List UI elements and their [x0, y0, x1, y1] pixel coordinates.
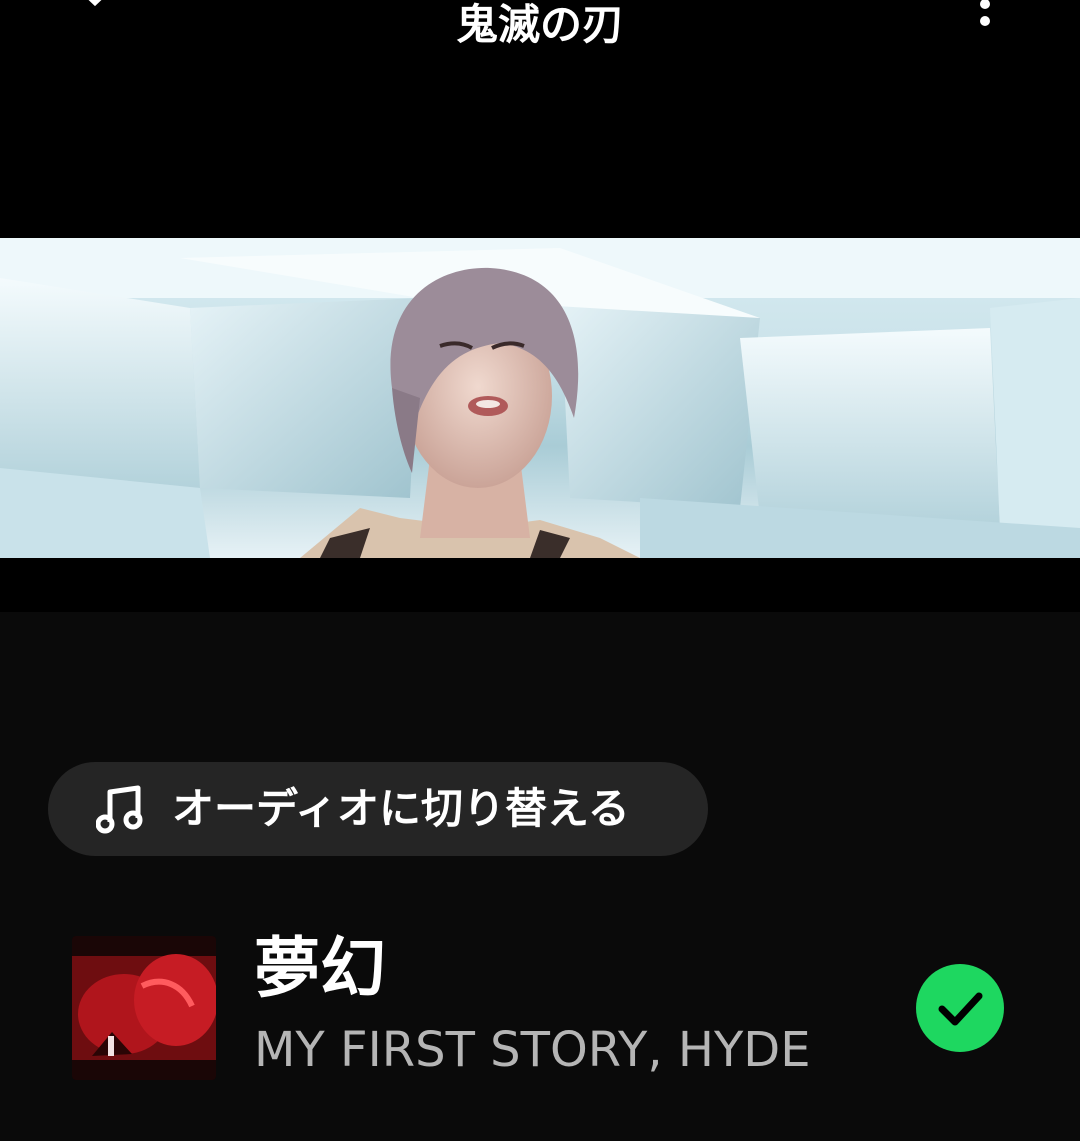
video-thumbnail	[0, 238, 1080, 558]
top-bar: 鬼滅の刃	[0, 0, 1080, 70]
track-title: 夢幻	[254, 930, 386, 1007]
more-vertical-icon[interactable]	[968, 0, 1002, 34]
album-art	[72, 936, 216, 1080]
switch-to-audio-button[interactable]: オーディオに切り替える	[48, 762, 708, 856]
video-player[interactable]	[0, 70, 1080, 612]
switch-to-audio-label: オーディオに切り替える	[172, 784, 630, 833]
video-frame	[0, 238, 1080, 558]
page-title: 鬼滅の刃	[455, 0, 624, 49]
track-artist: MY FIRST STORY, HYDE	[254, 1022, 811, 1078]
music-note-icon	[96, 785, 143, 834]
check-circle-icon[interactable]	[916, 964, 1004, 1052]
